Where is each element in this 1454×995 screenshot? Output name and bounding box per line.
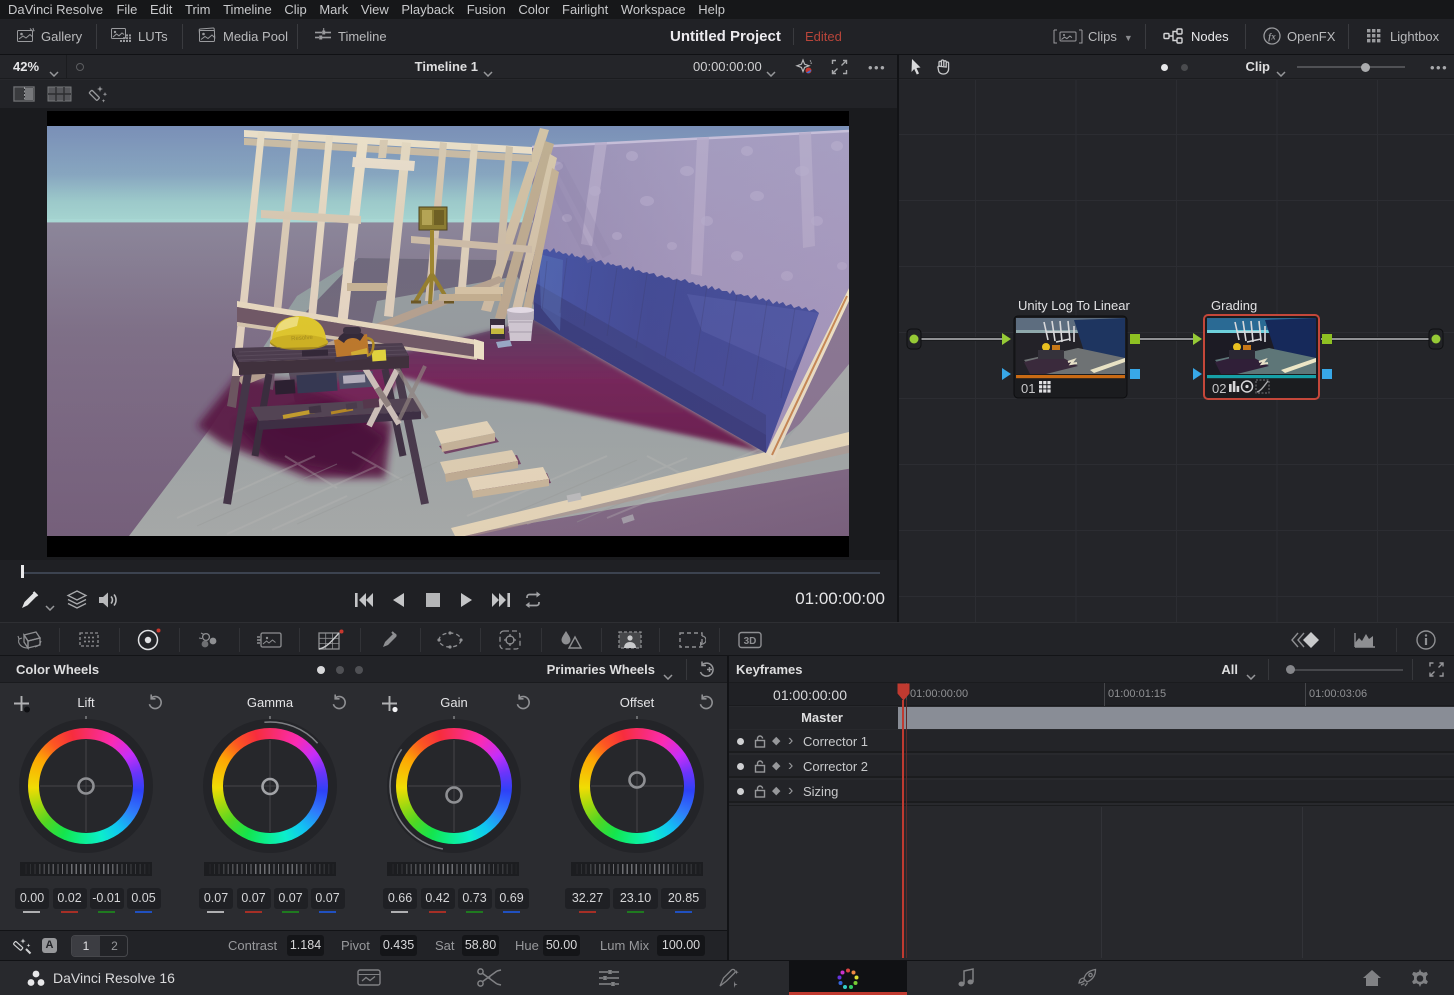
svg-text:3D: 3D <box>744 636 757 647</box>
svg-text:01: 01 <box>1021 381 1035 396</box>
svg-text:Grading: Grading <box>1211 298 1257 313</box>
svg-text:Unity Log To Linear: Unity Log To Linear <box>1018 298 1130 313</box>
svg-text:02: 02 <box>1212 381 1226 396</box>
svg-text:fx: fx <box>1268 32 1276 42</box>
